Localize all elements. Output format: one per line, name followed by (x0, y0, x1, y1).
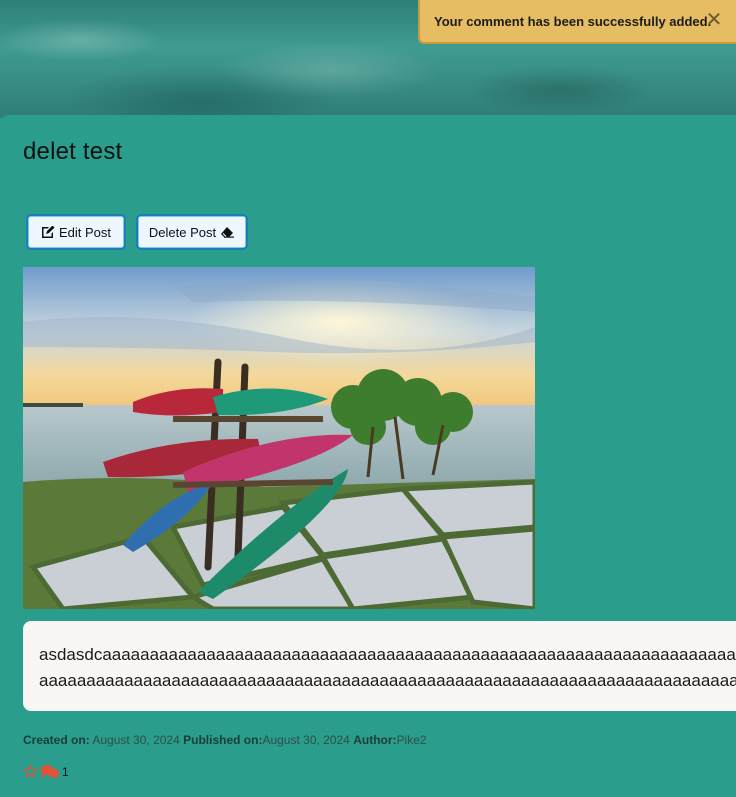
delete-post-button[interactable]: Delete Post (136, 214, 248, 250)
comments-icon (40, 765, 59, 779)
created-date: August 30, 2024 (92, 733, 180, 747)
toast-message: Your comment has been successfully added… (434, 13, 712, 29)
created-label: Created on: (23, 733, 90, 747)
content-line-1: asdasdcaaaaaaaaaaaaaaaaaaaaaaaaaaaaaaaaa… (39, 645, 736, 664)
star-outline-icon[interactable] (23, 764, 38, 779)
published-label: Published on: (183, 733, 263, 747)
content-line-2: aaaaaaaaaaaaaaaaaaaaaaaaaaaaaaaaaaaaaaaa… (39, 671, 736, 690)
edit-post-label: Edit Post (58, 224, 112, 240)
post-content: asdasdcaaaaaaaaaaaaaaaaaaaaaaaaaaaaaaaaa… (23, 621, 736, 711)
comment-count: 1 (62, 764, 69, 779)
published-date: August 30, 2024 (262, 733, 350, 747)
author-name[interactable]: Pike2 (397, 733, 427, 747)
pen-to-square-icon (41, 225, 55, 238)
success-toast: Your comment has been successfully added… (418, 0, 736, 44)
post-title: delet test (23, 138, 123, 165)
post-image (23, 267, 535, 609)
author-label: Author: (353, 733, 397, 747)
delete-post-label: Delete Post (148, 224, 217, 240)
post-stats: 1 (23, 764, 69, 779)
edit-post-button[interactable]: Edit Post (26, 214, 126, 250)
close-icon[interactable]: ✕ (704, 10, 724, 30)
eraser-icon (221, 227, 235, 238)
post-meta: Created on: August 30, 2024 Published on… (23, 733, 427, 747)
